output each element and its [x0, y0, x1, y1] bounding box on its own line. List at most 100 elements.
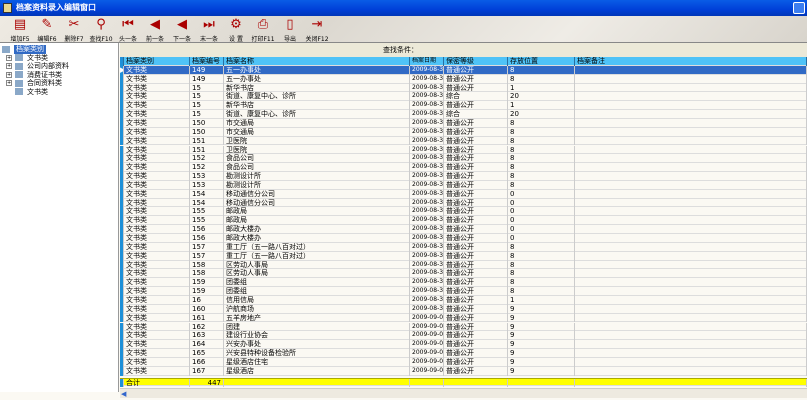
tree-item[interactable]: 文书类	[2, 88, 116, 97]
table-cell	[575, 180, 807, 190]
toolbar-button-label: 末一条	[199, 36, 218, 43]
last-record-icon: ⏭	[203, 17, 215, 32]
tree-item[interactable]: + 消费证书类	[2, 71, 116, 80]
table-cell: 普通公开	[444, 242, 508, 252]
scroll-left-icon[interactable]: ◀	[121, 390, 129, 398]
table-row[interactable]: 文书类 157 重工厅（五一路八百对过） 2009-08-31 普通公开 8	[120, 242, 807, 252]
column-header[interactable]: 保密等级	[444, 57, 508, 66]
table-cell: 普通公开	[444, 136, 508, 146]
table-row[interactable]: 文书类 163 建设行业协会 2009-09-01 普通公开 9	[120, 331, 807, 341]
toolbar-button-first-record[interactable]: ⏮ 头一条	[116, 16, 140, 43]
table-row[interactable]: 文书类 15 新华书店 2009-08-30 普通公开 1	[120, 83, 807, 93]
table-cell: 166	[190, 357, 224, 367]
toolbar-button-next-record[interactable]: ◀ 下一条	[170, 16, 194, 43]
table-row[interactable]: 文书类 150 市交通局 2009-08-31 普通公开 8	[120, 127, 807, 137]
table-row[interactable]: 文书类 162 团建 2009-09-01 普通公开 9	[120, 322, 807, 332]
table-cell: 9	[508, 349, 575, 358]
table-row[interactable]: 文书类 166 星级酒店住宅 2009-09-01 普通公开 9	[120, 357, 807, 367]
column-header[interactable]: 档案日期	[410, 57, 444, 66]
table-cell: 2009-08-31	[412, 163, 444, 173]
table-row[interactable]: 文书类 151 卫医院 2009-08-31 普通公开 8	[120, 136, 807, 146]
total-row[interactable]: 合计 447	[120, 377, 807, 388]
table-row[interactable]: 文书类 15 街道、康复中心、诊所 2009-08-30 综合 20	[120, 110, 807, 119]
table-row[interactable]: 文书类 161 五羊房地产 2009-09-01 普通公开 9	[120, 313, 807, 323]
table-row[interactable]: 文书类 155 邮政局 2009-08-31 普通公开 0	[120, 216, 807, 226]
table-row[interactable]: 文书类 153 勘测设计所 2009-08-31 普通公开 8	[120, 180, 807, 190]
toolbar-button-export[interactable]: ▯ 导出	[278, 16, 302, 43]
expand-icon[interactable]: +	[6, 54, 12, 61]
column-header[interactable]: 档案类别	[124, 57, 190, 66]
column-header[interactable]: 档案名称	[224, 57, 410, 66]
table-row[interactable]: 文书类 151 卫医院 2009-08-31 普通公开 8	[120, 145, 807, 155]
table-cell: 2009-08-31	[412, 269, 444, 279]
table-row[interactable]: 文书类 159 团委组 2009-08-31 普通公开 8	[120, 278, 807, 288]
toolbar-button-print[interactable]: ⎙ 打印F11	[251, 16, 275, 43]
expand-icon[interactable]: +	[6, 80, 12, 87]
tree-item[interactable]: + 公司内部资料	[2, 62, 116, 71]
table-cell: 普通公开	[444, 172, 508, 181]
table-cell: 街道、康复中心、诊所	[224, 110, 410, 119]
category-tree[interactable]: 档案类别 + 文书类 + 公司内部资料 + 消费证书类 + 合同资料类 文书类	[0, 43, 119, 392]
table-row[interactable]: 文书类 165 兴安县特种设备检验所 2009-09-01 普通公开 9	[120, 349, 807, 358]
toolbar-button-settings[interactable]: ⚙ 设 置	[224, 16, 248, 43]
table-row[interactable]: 文书类 158 区劳动人事局 2009-08-31 普通公开 8	[120, 260, 807, 270]
table-cell: 普通公开	[444, 101, 508, 111]
table-row[interactable]: 文书类 149 五一办事处 2009-08-31 普通公开 8	[120, 74, 807, 84]
table-cell: 164	[190, 340, 224, 350]
toolbar-button-close-door[interactable]: ⇥ 关闭F12	[305, 16, 329, 43]
toolbar-button-label: 编辑F6	[37, 36, 57, 43]
table-row[interactable]: 文书类 15 新华书店 2009-08-30 普通公开 1	[120, 101, 807, 111]
table-cell: 五羊房地产	[224, 313, 410, 323]
column-header[interactable]: 档案编号	[190, 57, 224, 66]
horizontal-scrollbar[interactable]: ◀	[120, 388, 807, 398]
table-row[interactable]: 文书类 159 团委组 2009-08-31 普通公开 8	[120, 287, 807, 296]
table-row[interactable]: 文书类 16 信用信局 2009-08-30 普通公开 1	[120, 295, 807, 305]
table-row[interactable]: 文书类 15 街道、康复中心、诊所 2009-08-30 综合 20	[120, 92, 807, 102]
table-row[interactable]: 文书类 153 勘测设计所 2009-08-31 普通公开 8	[120, 172, 807, 181]
table-cell: 153	[190, 172, 224, 181]
table-cell: 文书类	[124, 118, 190, 128]
table-row[interactable]: 文书类 156 邮政大楼办 2009-08-31 普通公开 0	[120, 225, 807, 234]
export-icon: ▯	[286, 17, 294, 32]
table-row[interactable]: 文书类 154 移动通信分公司 2009-08-31 普通公开 0	[120, 189, 807, 199]
table-cell: 160	[190, 304, 224, 314]
table-cell: 星级酒店	[224, 366, 410, 376]
table-row[interactable]: 文书类 154 移动通信分公司 2009-08-31 普通公开 0	[120, 198, 807, 208]
table-cell: 9	[508, 304, 575, 314]
table-cell: 邮政局	[224, 207, 410, 217]
table-row[interactable]: ▶文书类149五一办事处2009-08-31普通公开8	[120, 65, 807, 75]
toolbar-button-label: 头一条	[118, 36, 137, 43]
table-row[interactable]: 文书类 152 食品公司 2009-08-31 普通公开 8	[120, 163, 807, 173]
table-row[interactable]: 文书类 156 邮政大楼办 2009-08-31 普通公开 0	[120, 234, 807, 243]
table-row[interactable]: 文书类 167 星级酒店 2009-09-01 普通公开 9	[120, 366, 807, 376]
tree-root[interactable]: 档案类别	[2, 45, 116, 54]
table-cell: 2009-08-31	[412, 127, 444, 137]
table-row[interactable]: 文书类 158 区劳动人事局 2009-08-31 普通公开 8	[120, 269, 807, 279]
toolbar-button-previous-record[interactable]: ◀ 前一条	[143, 16, 167, 43]
table-row[interactable]: 文书类 164 兴安办事处 2009-09-01 普通公开 9	[120, 340, 807, 350]
table-cell: 食品公司	[224, 154, 410, 164]
table-cell: 2009-09-01	[412, 340, 444, 350]
minimize-button[interactable]	[793, 2, 805, 14]
tree-item[interactable]: + 合同资料类	[2, 79, 116, 88]
toolbar-button-edit[interactable]: ✎ 编辑F6	[35, 16, 59, 43]
table-row[interactable]: 文书类 157 重工厅（五一路八百对过） 2009-08-31 普通公开 8	[120, 251, 807, 261]
grid-header[interactable]: 档案类别 档案编号 档案名称 档案日期 保密等级 存放位置 档案备注	[120, 57, 807, 66]
settings-icon: ⚙	[230, 17, 242, 32]
table-row[interactable]: 文书类 160 沪航商场 2009-08-31 普通公开 9	[120, 304, 807, 314]
table-cell: 文书类	[124, 110, 190, 119]
expand-icon[interactable]: +	[6, 71, 12, 78]
column-header[interactable]: 档案备注	[575, 57, 807, 66]
tree-item[interactable]: + 文书类	[2, 54, 116, 63]
expand-icon[interactable]: +	[6, 63, 12, 70]
toolbar-button-last-record[interactable]: ⏭ 末一条	[197, 16, 221, 43]
table-row[interactable]: 文书类 155 邮政局 2009-08-31 普通公开 0	[120, 207, 807, 217]
toolbar-button-delete[interactable]: ✂ 删除F7	[62, 16, 86, 43]
table-row[interactable]: 文书类 152 食品公司 2009-08-31 普通公开 8	[120, 154, 807, 164]
column-header[interactable]: 存放位置	[508, 57, 575, 66]
toolbar-button-document-add[interactable]: ▤ 增加F5	[8, 16, 32, 43]
table-cell: 2009-08-31	[412, 225, 444, 234]
table-row[interactable]: 文书类 150 市交通局 2009-08-31 普通公开 8	[120, 118, 807, 128]
toolbar-button-search[interactable]: ⚲ 查找F10	[89, 16, 113, 43]
toolbar-button-label: 前一条	[145, 36, 164, 43]
